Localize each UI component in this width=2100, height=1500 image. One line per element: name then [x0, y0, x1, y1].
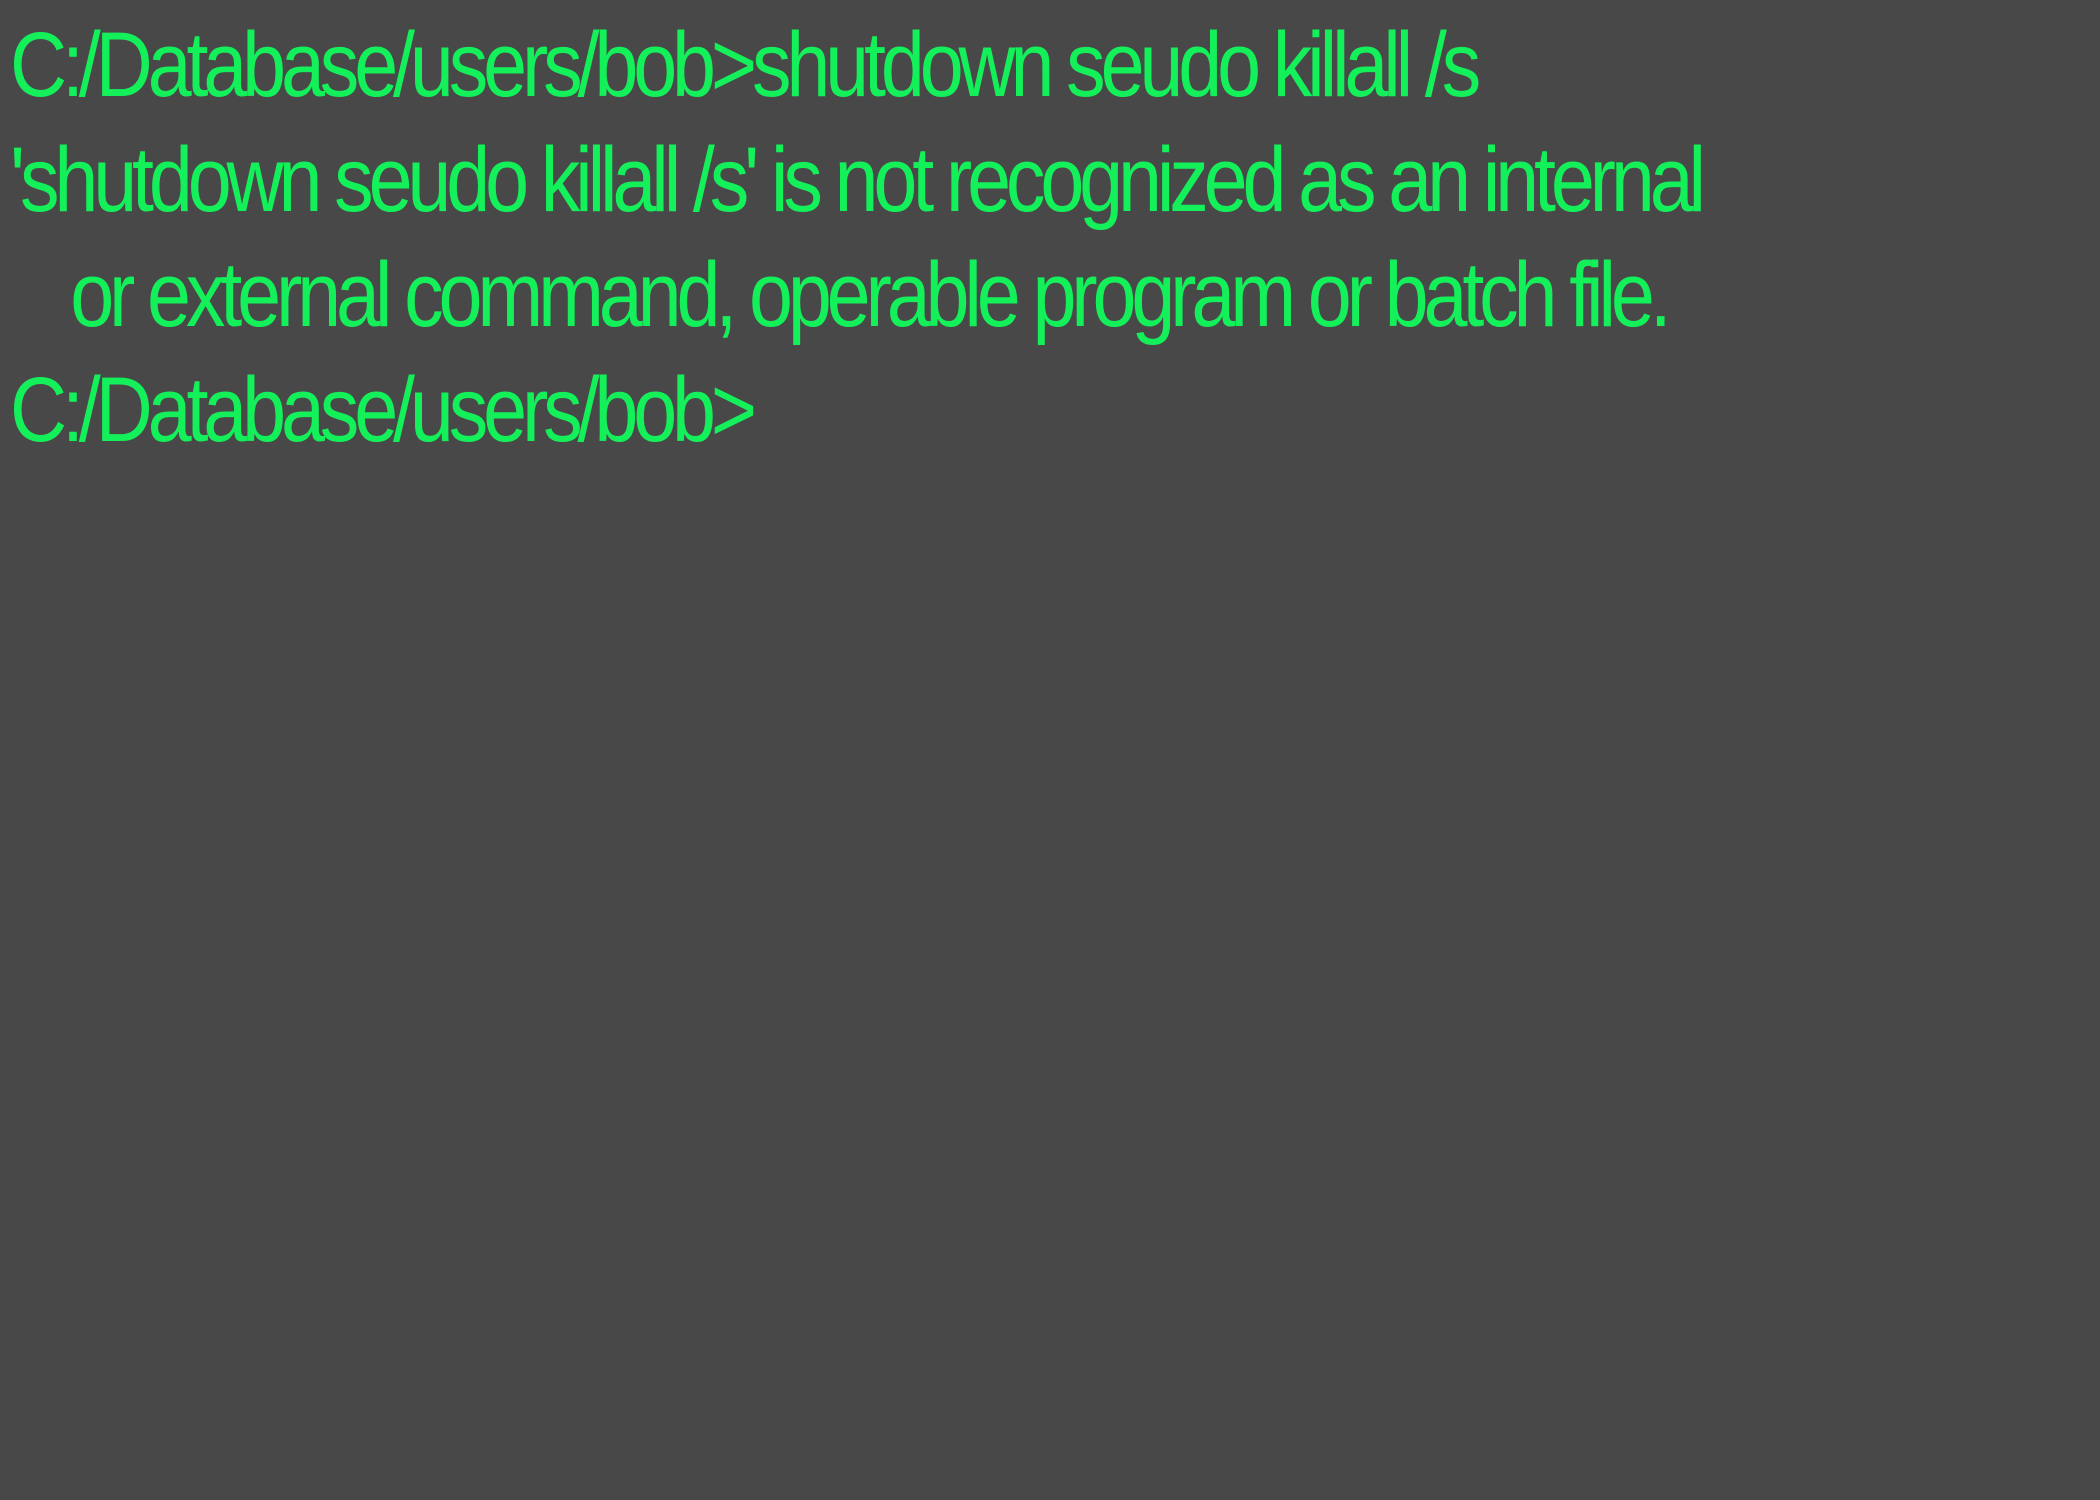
command-text: shutdown seudo killall /s [751, 14, 1481, 116]
command-input[interactable] [752, 361, 761, 441]
terminal-window[interactable]: C:/Database/users/bob> shutdown seudo kil… [0, 0, 2100, 1500]
prompt-text: C:/Database/users/bob> [10, 14, 757, 116]
active-prompt-line[interactable]: C:/Database/users/bob> [10, 353, 1807, 468]
error-message-line-1: 'shutdown seudo killall /s' is not recog… [10, 129, 1706, 231]
command-line: C:/Database/users/bob> shutdown seudo kil… [10, 8, 1807, 123]
prompt-text: C:/Database/users/bob> [10, 359, 757, 461]
error-message-line-2: or external command, operable program or… [70, 244, 1671, 346]
